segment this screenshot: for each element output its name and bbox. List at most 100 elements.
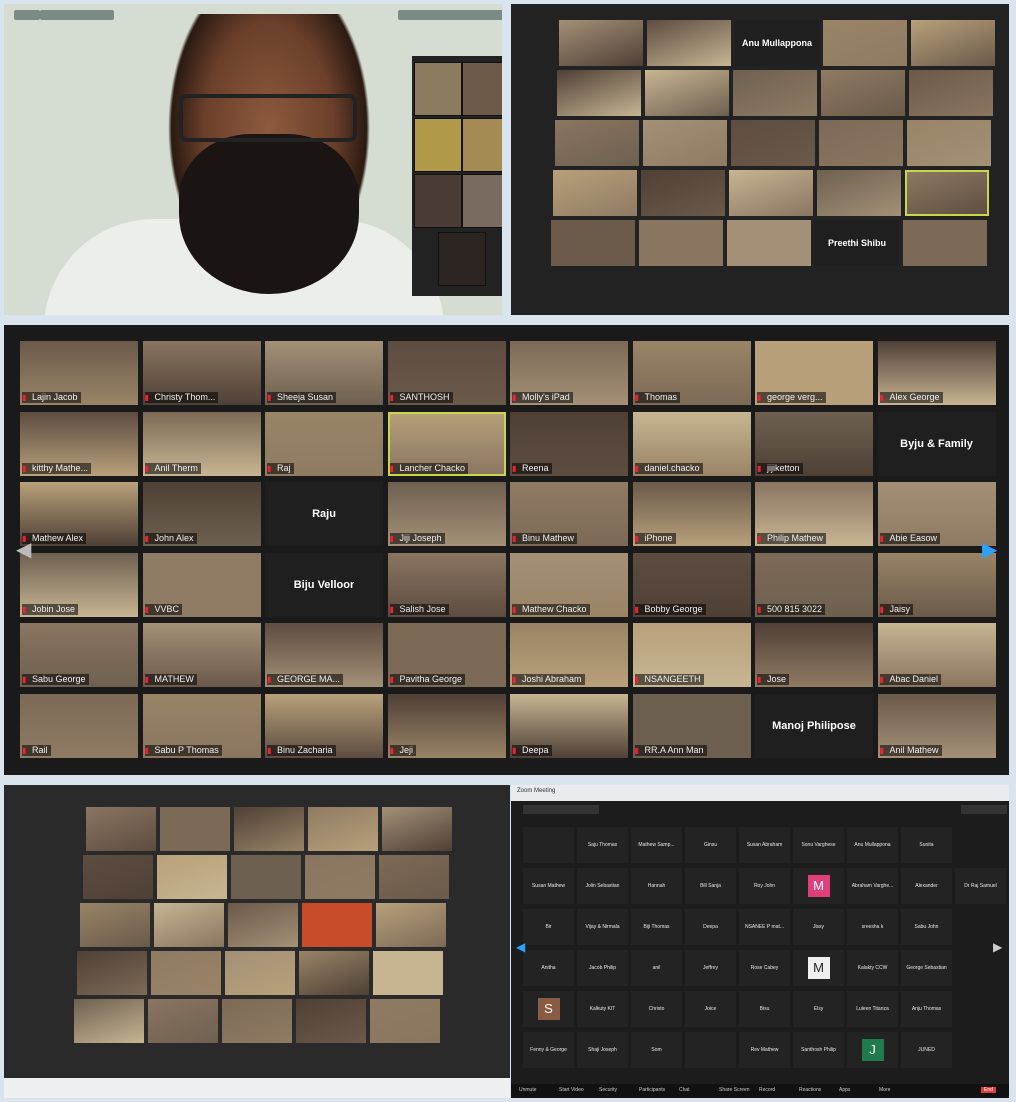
- participant-tile[interactable]: Abraham Varghe...: [847, 868, 898, 904]
- participant-tile[interactable]: [231, 855, 301, 899]
- participant-tile[interactable]: [148, 999, 218, 1043]
- toolbar-end-button[interactable]: End: [981, 1087, 996, 1093]
- participant-tile[interactable]: Anitha: [523, 950, 574, 986]
- thumb-tile[interactable]: [414, 174, 462, 228]
- participant-tile[interactable]: [382, 807, 452, 851]
- participant-tile[interactable]: Biji Thomas: [631, 909, 682, 945]
- participant-tile[interactable]: Elsy: [793, 991, 844, 1027]
- participant-tile[interactable]: George Sebastian: [901, 950, 952, 986]
- participant-tile[interactable]: [302, 903, 372, 947]
- participant-tile[interactable]: Mathew Alex ▮: [20, 482, 138, 546]
- participant-tile[interactable]: Sheeja Susan ▮: [265, 341, 383, 405]
- thumb-tile[interactable]: [414, 118, 462, 172]
- participant-tile[interactable]: John Alex ▮: [142, 482, 261, 546]
- participant-tile[interactable]: M: [793, 950, 844, 986]
- participant-tile[interactable]: [305, 855, 375, 899]
- toolbar-security-button[interactable]: Security: [599, 1087, 617, 1093]
- participant-tile[interactable]: [299, 951, 369, 995]
- participant-tile[interactable]: Jose ▮: [755, 623, 873, 687]
- next-page-icon[interactable]: ▶: [982, 537, 997, 562]
- participant-tile[interactable]: [373, 951, 443, 995]
- participant-tile[interactable]: [731, 120, 815, 166]
- participant-tile[interactable]: [370, 999, 440, 1043]
- participant-tile[interactable]: Jissy: [793, 909, 844, 945]
- toolbar-record-button[interactable]: Record: [759, 1087, 775, 1093]
- participant-tile[interactable]: Alex George ▮: [877, 341, 996, 405]
- participant-tile[interactable]: Anil Mathew ▮: [877, 693, 996, 758]
- participant-tile[interactable]: Lancher Chacko ▮: [387, 411, 506, 476]
- participant-tile[interactable]: Binu Zacharia ▮: [265, 693, 383, 758]
- participant-tile[interactable]: [903, 220, 987, 266]
- participant-tile[interactable]: Manoj Philipose: [755, 693, 873, 758]
- participant-tile[interactable]: Sabu John: [901, 909, 952, 945]
- participant-tile[interactable]: Fenny & George: [523, 1032, 574, 1068]
- participant-tile[interactable]: Deepa: [685, 909, 736, 945]
- participant-tile[interactable]: anil: [631, 950, 682, 986]
- toolbar-participants-button[interactable]: Participants: [639, 1087, 665, 1093]
- participant-tile[interactable]: Kalakty CCW: [847, 950, 898, 986]
- participant-tile[interactable]: Bobby George ▮: [632, 552, 751, 617]
- thumb-tile[interactable]: [462, 174, 502, 228]
- participant-tile[interactable]: [817, 170, 901, 216]
- participant-tile[interactable]: Biju Velloor: [265, 552, 383, 617]
- participant-tile[interactable]: [905, 170, 989, 216]
- meeting-info-chip[interactable]: [40, 10, 114, 20]
- participant-tile[interactable]: [151, 951, 221, 995]
- participant-tile[interactable]: [643, 120, 727, 166]
- participant-tile[interactable]: Raj ▮: [265, 411, 383, 476]
- participant-tile[interactable]: Rail ▮: [20, 693, 138, 758]
- participant-tile[interactable]: Binu Mathew ▮: [510, 482, 628, 546]
- participant-tile[interactable]: Philip Mathew ▮: [755, 482, 873, 546]
- participant-tile[interactable]: [551, 220, 635, 266]
- thumb-tile[interactable]: [414, 62, 462, 116]
- participant-tile[interactable]: Rose Cabey: [739, 950, 790, 986]
- gallery-view-button[interactable]: [398, 10, 450, 20]
- participant-tile[interactable]: Susan Mathew: [523, 868, 574, 904]
- participant-tile[interactable]: Sunita: [901, 827, 952, 863]
- participant-tile[interactable]: [647, 20, 731, 66]
- participant-tile[interactable]: Jaisy ▮: [877, 552, 996, 617]
- participant-tile[interactable]: Dr Raj Samuel: [955, 868, 1006, 904]
- participant-tile[interactable]: [523, 827, 574, 863]
- participant-tile[interactable]: Bill Sanja: [685, 868, 736, 904]
- participant-tile[interactable]: Alexander: [901, 868, 952, 904]
- toolbar-unmute-button[interactable]: Unmute: [519, 1087, 537, 1093]
- participant-tile[interactable]: [909, 70, 993, 116]
- participant-tile[interactable]: [234, 807, 304, 851]
- participant-tile[interactable]: Mathew Chacko ▮: [510, 552, 628, 617]
- participant-tile[interactable]: Abac Daniel ▮: [877, 623, 996, 687]
- participant-tile[interactable]: [821, 70, 905, 116]
- participant-tile[interactable]: [641, 170, 725, 216]
- participant-tile[interactable]: Ginsu: [685, 827, 736, 863]
- participant-tile[interactable]: Jeji ▮: [387, 693, 506, 758]
- participant-tile[interactable]: [225, 951, 295, 995]
- participant-tile[interactable]: [639, 220, 723, 266]
- view-chip[interactable]: [14, 10, 40, 20]
- thumb-tile[interactable]: [438, 232, 486, 286]
- participant-tile[interactable]: Saju Thomas: [577, 827, 628, 863]
- participant-tile[interactable]: Santhosh Philip: [793, 1032, 844, 1068]
- participant-tile[interactable]: Jacob Philip: [577, 950, 628, 986]
- participant-tile[interactable]: Roy John: [739, 868, 790, 904]
- exit-fullscreen-button[interactable]: [448, 10, 502, 20]
- participant-tile[interactable]: Rev Mathew: [739, 1032, 790, 1068]
- meeting-id-chip[interactable]: [523, 805, 599, 814]
- participant-tile[interactable]: Christo: [631, 991, 682, 1027]
- participant-tile[interactable]: Joice: [685, 991, 736, 1027]
- participant-tile[interactable]: Anil Therm ▮: [142, 411, 261, 476]
- participant-tile[interactable]: RR.A Ann Man ▮: [632, 693, 751, 758]
- participant-tile[interactable]: SANTHOSH ▮: [387, 341, 506, 405]
- prev-page-icon[interactable]: ◀: [516, 940, 525, 954]
- prev-page-icon[interactable]: ◀: [16, 537, 31, 562]
- participant-tile[interactable]: Christy Thom... ▮: [142, 341, 261, 405]
- participant-tile[interactable]: Shaji Joseph: [577, 1032, 628, 1068]
- participant-tile[interactable]: Byju & Family: [877, 411, 996, 476]
- participant-tile[interactable]: [222, 999, 292, 1043]
- participant-tile[interactable]: [819, 120, 903, 166]
- participant-tile[interactable]: Salish Jose ▮: [387, 552, 506, 617]
- participant-tile[interactable]: Anju Thomas: [901, 991, 952, 1027]
- participant-tile[interactable]: JUNED: [901, 1032, 952, 1068]
- participant-tile[interactable]: [74, 999, 144, 1043]
- participant-tile[interactable]: MATHEW ▮: [142, 623, 261, 687]
- participant-tile[interactable]: Jolin Sebastian: [577, 868, 628, 904]
